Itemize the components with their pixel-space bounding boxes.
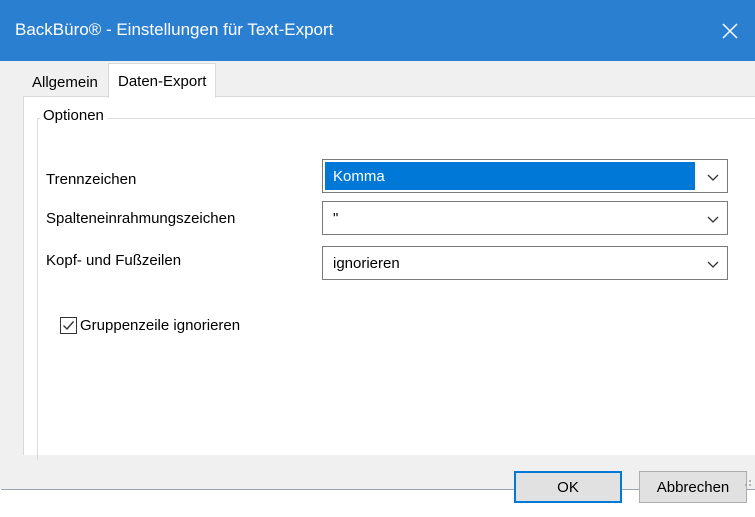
- close-button[interactable]: [705, 0, 755, 61]
- gruppenzeile-checkbox[interactable]: [60, 317, 77, 334]
- tab-daten-export[interactable]: Daten-Export: [108, 63, 217, 98]
- close-icon: [722, 22, 738, 39]
- kopf-fusszeilen-label: Kopf- und Fußzeilen: [46, 252, 182, 269]
- tab-allgemein[interactable]: Allgemein: [23, 69, 107, 95]
- gruppenzeile-label[interactable]: Gruppenzeile ignorieren: [80, 317, 240, 334]
- title-bar[interactable]: BackBüro® - Einstellungen für Text-Expor…: [0, 0, 755, 61]
- trennzeichen-label: Trennzeichen: [46, 171, 137, 188]
- kopf-fusszeilen-select[interactable]: ignorieren: [322, 246, 728, 280]
- trennzeichen-value: Komma: [325, 162, 695, 190]
- chevron-down-icon[interactable]: [705, 169, 721, 185]
- spalteneinrahmung-select[interactable]: ": [322, 201, 728, 235]
- chevron-down-icon[interactable]: [705, 211, 721, 227]
- cancel-button[interactable]: Abbrechen: [639, 471, 747, 503]
- dialog-window: BackBüro® - Einstellungen für Text-Expor…: [0, 0, 755, 503]
- ok-button[interactable]: OK: [514, 471, 622, 503]
- checkmark-icon: [63, 321, 75, 331]
- tab-daten-export-label: Daten-Export: [118, 72, 207, 90]
- options-group-label: Optionen: [40, 107, 107, 124]
- spalteneinrahmung-value: ": [333, 209, 339, 227]
- tab-allgemein-label: Allgemein: [32, 73, 98, 91]
- resize-grip-icon[interactable]: [740, 475, 752, 487]
- chevron-down-icon[interactable]: [705, 256, 721, 272]
- window-title: BackBüro® - Einstellungen für Text-Expor…: [15, 20, 334, 39]
- kopf-fusszeilen-value: ignorieren: [333, 254, 400, 272]
- trennzeichen-select[interactable]: Komma: [322, 159, 728, 193]
- spalteneinrahmung-label: Spalteneinrahmungszeichen: [46, 210, 236, 227]
